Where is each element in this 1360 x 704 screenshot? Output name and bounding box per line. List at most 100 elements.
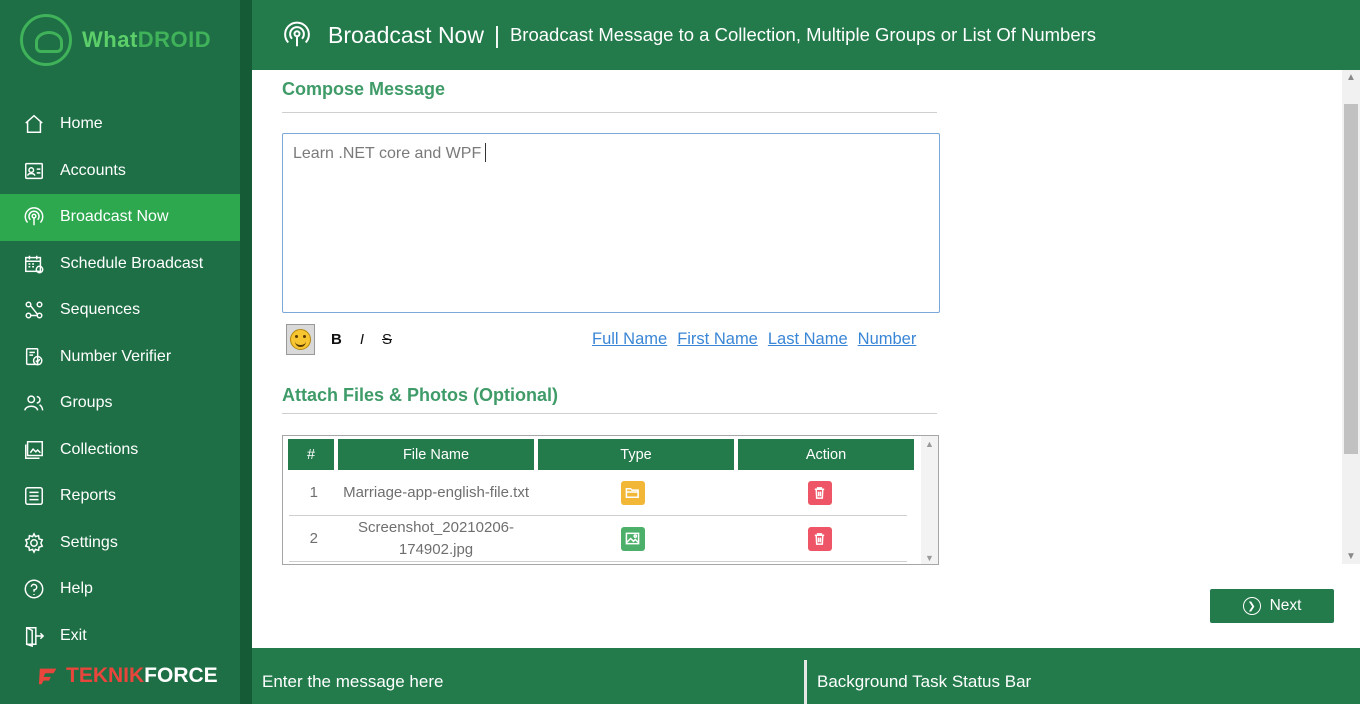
file-type bbox=[533, 480, 732, 505]
table-row: 1 Marriage-app-english-file.txt bbox=[289, 470, 907, 516]
sidebar-item-groups[interactable]: Groups bbox=[0, 380, 240, 427]
sidebar-item-label: Reports bbox=[60, 487, 117, 505]
brand-text-force: FORCE bbox=[144, 664, 218, 687]
sequences-icon bbox=[22, 298, 46, 322]
sidebar-item-label: Home bbox=[60, 115, 103, 133]
sidebar-item-label: Exit bbox=[60, 626, 87, 644]
image-icon bbox=[620, 526, 645, 551]
sidebar-item-label: Accounts bbox=[60, 161, 126, 179]
sidebar-item-help[interactable]: Help bbox=[0, 566, 240, 613]
next-button-label: Next bbox=[1269, 597, 1302, 614]
row-action bbox=[732, 480, 907, 505]
italic-button[interactable]: I bbox=[360, 331, 364, 348]
broadcast-icon bbox=[282, 20, 312, 50]
logo-text-what: What bbox=[82, 27, 138, 52]
smiley-icon bbox=[290, 329, 311, 350]
text-caret bbox=[485, 143, 487, 162]
attach-section-title: Attach Files & Photos (Optional) bbox=[282, 385, 559, 405]
compose-divider bbox=[282, 112, 937, 113]
sidebar: WhatDROID Home Accounts Broadcast Now Sc… bbox=[0, 0, 240, 704]
message-textarea[interactable]: Learn .NET core and WPF bbox=[282, 133, 940, 313]
exit-icon bbox=[22, 624, 46, 648]
sidebar-item-label: Sequences bbox=[60, 301, 141, 319]
page-header: Broadcast Now | Broadcast Message to a C… bbox=[252, 0, 1360, 70]
sidebar-item-label: Broadcast Now bbox=[60, 208, 169, 226]
status-divider bbox=[804, 660, 807, 704]
logo-text-droid: DROID bbox=[137, 27, 212, 52]
merge-field-links: Full Name First Name Last Name Number bbox=[592, 330, 916, 349]
accounts-icon bbox=[22, 159, 46, 183]
emoji-button[interactable] bbox=[286, 324, 315, 355]
file-name: Marriage-app-english-file.txt bbox=[343, 483, 529, 501]
compose-section-title: Compose Message bbox=[282, 79, 446, 99]
bold-button[interactable]: B bbox=[331, 331, 342, 348]
merge-number-link[interactable]: Number bbox=[858, 330, 917, 349]
folder-icon bbox=[620, 480, 645, 505]
sidebar-item-sequences[interactable]: Sequences bbox=[0, 287, 240, 334]
trash-icon bbox=[814, 533, 825, 545]
sidebar-item-label: Schedule Broadcast bbox=[60, 254, 204, 272]
broadcast-icon bbox=[22, 205, 46, 229]
app-window: WhatDROID Home Accounts Broadcast Now Sc… bbox=[0, 0, 1360, 704]
file-name: Screenshot_20210206-174902.jpg bbox=[358, 518, 515, 558]
scroll-up-arrow-icon[interactable]: ▲ bbox=[1346, 72, 1356, 83]
column-header-file-name: File Name bbox=[338, 439, 534, 470]
page-title: Broadcast Now bbox=[328, 21, 484, 48]
logo-icon bbox=[20, 14, 72, 66]
gear-icon bbox=[22, 531, 46, 555]
scroll-down-arrow-icon[interactable]: ▼ bbox=[925, 553, 934, 563]
sidebar-item-settings[interactable]: Settings bbox=[0, 520, 240, 567]
table-header: # File Name Type Action bbox=[288, 439, 914, 470]
chevron-right-icon: ❯ bbox=[1242, 597, 1261, 615]
column-header-action: Action bbox=[738, 439, 914, 470]
collections-icon bbox=[22, 438, 46, 462]
table-row: 2 Screenshot_20210206-174902.jpg bbox=[289, 516, 907, 562]
whatdroid-logo: WhatDROID bbox=[20, 14, 211, 66]
header-separator: | bbox=[493, 21, 500, 48]
sidebar-item-home[interactable]: Home bbox=[0, 101, 240, 148]
verifier-icon bbox=[22, 345, 46, 369]
page-subtitle: Broadcast Message to a Collection, Multi… bbox=[509, 24, 1097, 45]
help-icon bbox=[22, 577, 46, 601]
background-task-status: Background Task Status Bar bbox=[817, 672, 1032, 691]
format-toolbar: B I S bbox=[286, 324, 392, 355]
table-scrollbar[interactable]: ▲ ▼ bbox=[921, 436, 938, 564]
attach-divider bbox=[282, 413, 937, 414]
delete-button[interactable] bbox=[807, 480, 832, 505]
sidebar-item-label: Help bbox=[60, 580, 93, 598]
sidebar-item-collections[interactable]: Collections bbox=[0, 427, 240, 474]
sidebar-item-accounts[interactable]: Accounts bbox=[0, 148, 240, 195]
merge-first-name-link[interactable]: First Name bbox=[677, 330, 758, 349]
sidebar-gutter bbox=[240, 0, 252, 704]
merge-last-name-link[interactable]: Last Name bbox=[768, 330, 848, 349]
brand-text-teknik: TEKNIK bbox=[66, 664, 145, 687]
strikethrough-button[interactable]: S bbox=[382, 331, 392, 348]
status-bar: Enter the message here Background Task S… bbox=[252, 648, 1360, 704]
reports-icon bbox=[22, 484, 46, 508]
groups-icon bbox=[22, 391, 46, 415]
sidebar-item-label: Number Verifier bbox=[60, 347, 172, 365]
sidebar-item-exit[interactable]: Exit bbox=[0, 613, 240, 660]
sidebar-item-reports[interactable]: Reports bbox=[0, 473, 240, 520]
sidebar-item-broadcast-now[interactable]: Broadcast Now bbox=[0, 194, 240, 241]
delete-button[interactable] bbox=[807, 526, 832, 551]
sidebar-item-schedule-broadcast[interactable]: Schedule Broadcast bbox=[0, 241, 240, 288]
teknikforce-logo-icon bbox=[38, 668, 57, 685]
page-scrollbar[interactable]: ▲ ▼ bbox=[1342, 70, 1360, 564]
sidebar-nav: Home Accounts Broadcast Now Schedule Bro… bbox=[0, 101, 240, 659]
scroll-down-arrow-icon[interactable]: ▼ bbox=[1346, 551, 1356, 562]
row-number: 2 bbox=[309, 530, 318, 547]
main-content: Compose Message Learn .NET core and WPF … bbox=[252, 70, 1342, 648]
sidebar-item-number-verifier[interactable]: Number Verifier bbox=[0, 334, 240, 381]
column-header-type: Type bbox=[538, 439, 734, 470]
scrollbar-thumb[interactable] bbox=[1344, 104, 1358, 454]
scroll-up-arrow-icon[interactable]: ▲ bbox=[925, 439, 934, 449]
logo-text: WhatDROID bbox=[82, 27, 211, 53]
file-type bbox=[533, 526, 732, 551]
home-icon bbox=[22, 112, 46, 136]
status-message: Enter the message here bbox=[262, 672, 444, 691]
next-button[interactable]: ❯ Next bbox=[1210, 589, 1334, 623]
merge-full-name-link[interactable]: Full Name bbox=[592, 330, 667, 349]
teknikforce-brand: TEKNIK FORCE bbox=[38, 664, 218, 688]
row-action bbox=[732, 526, 907, 551]
